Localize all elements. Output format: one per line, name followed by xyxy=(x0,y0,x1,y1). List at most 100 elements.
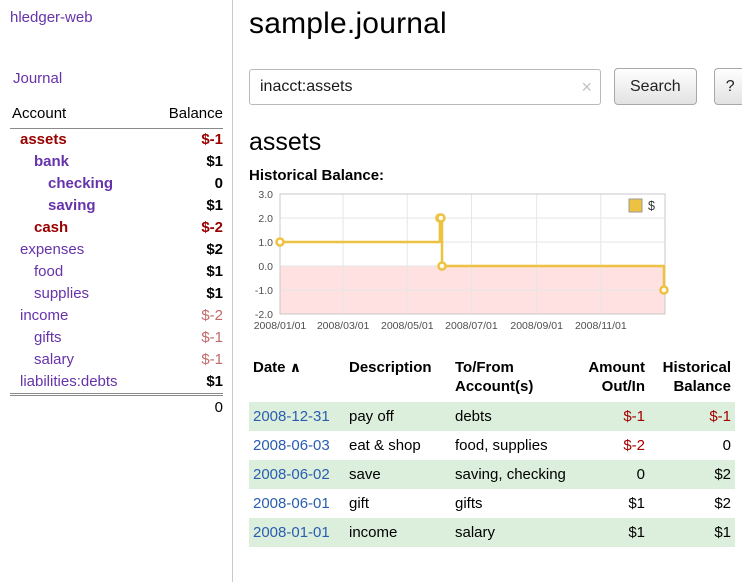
account-balance: $1 xyxy=(150,195,223,217)
svg-text:2008/07/01: 2008/07/01 xyxy=(445,320,498,332)
app-title-link[interactable]: hledger-web xyxy=(10,9,93,26)
account-link[interactable]: supplies xyxy=(34,285,89,302)
sidebar-nav: Journal xyxy=(13,70,223,87)
sort-ascending-icon: ∧ xyxy=(290,359,301,375)
svg-text:2008/09/01: 2008/09/01 xyxy=(510,320,563,332)
accounts-total: 0 xyxy=(150,395,223,420)
svg-text:2008/03/01: 2008/03/01 xyxy=(317,320,370,332)
transaction-description: save xyxy=(345,460,451,489)
account-row: bank $1 xyxy=(10,151,223,173)
svg-text:2008/01/01: 2008/01/01 xyxy=(254,320,307,332)
account-link[interactable]: bank xyxy=(34,153,69,170)
data-point-marker xyxy=(277,239,284,246)
account-balance: $-1 xyxy=(150,327,223,349)
amount-header: Amount Out/In xyxy=(572,356,649,402)
account-link[interactable]: liabilities:debts xyxy=(20,373,118,390)
page-title: sample.journal xyxy=(249,7,742,41)
transactions-header-row: Date ∧ Description To/From Account(s) Am… xyxy=(249,356,735,402)
account-row: checking0 xyxy=(10,173,223,195)
transaction-amount: $-1 xyxy=(572,402,649,431)
account-row: assets $-1 xyxy=(10,129,223,152)
accounts-header-row: Account Balance xyxy=(10,103,223,129)
data-point-marker xyxy=(437,215,444,222)
svg-text:2.0: 2.0 xyxy=(258,213,273,225)
transaction-date-link[interactable]: 2008-06-02 xyxy=(253,466,330,483)
account-balance: $-2 xyxy=(150,305,223,327)
transaction-date-link[interactable]: 2008-06-01 xyxy=(253,495,330,512)
chart-title: Historical Balance: xyxy=(249,167,742,184)
historical-balance-chart: 3.02.01.00.0-1.0-2.02008/01/012008/03/01… xyxy=(249,186,673,336)
transaction-date-link[interactable]: 2008-12-31 xyxy=(253,408,330,425)
transaction-balance: $-1 xyxy=(649,402,735,431)
search-bar: × Search ? xyxy=(249,68,742,105)
search-button[interactable]: Search xyxy=(614,68,697,105)
account-balance: $-1 xyxy=(150,349,223,371)
help-button[interactable]: ? xyxy=(714,68,742,105)
transaction-description: gift xyxy=(345,489,451,518)
svg-text:-1.0: -1.0 xyxy=(255,285,273,297)
transaction-balance: 0 xyxy=(649,431,735,460)
legend-label: $ xyxy=(648,199,655,213)
account-balance: $-1 xyxy=(150,129,223,152)
accounts-total-row: 0 xyxy=(10,395,223,420)
account-link[interactable]: assets xyxy=(20,131,67,148)
account-link[interactable]: cash xyxy=(34,219,68,236)
transaction-accounts: salary xyxy=(451,518,572,547)
transaction-row: 2008-06-03 eat & shopfood, supplies$-20 xyxy=(249,431,735,460)
clear-search-icon[interactable]: × xyxy=(581,78,592,96)
account-balance: $1 xyxy=(150,283,223,305)
account-balance: $2 xyxy=(150,239,223,261)
account-row: cash $-2 xyxy=(10,217,223,239)
transaction-amount: $-2 xyxy=(572,431,649,460)
transaction-amount: $1 xyxy=(572,518,649,547)
svg-text:2008/11/01: 2008/11/01 xyxy=(575,320,627,332)
account-heading: assets xyxy=(249,128,742,157)
account-row: income $-2 xyxy=(10,305,223,327)
transaction-date-link[interactable]: 2008-01-01 xyxy=(253,524,330,541)
accounts-col-account: Account xyxy=(10,103,150,129)
account-row: liabilities:debts $1 xyxy=(10,371,223,395)
account-link[interactable]: gifts xyxy=(34,329,62,346)
transaction-balance: $1 xyxy=(649,518,735,547)
transaction-amount: 0 xyxy=(572,460,649,489)
account-link[interactable]: food xyxy=(34,263,63,280)
transaction-description: pay off xyxy=(345,402,451,431)
account-link[interactable]: saving xyxy=(48,197,96,214)
transaction-accounts: gifts xyxy=(451,489,572,518)
transaction-row: 2008-12-31pay offdebts$-1$-1 xyxy=(249,402,735,431)
sidebar-item-journal[interactable]: Journal xyxy=(13,70,62,87)
svg-text:3.0: 3.0 xyxy=(258,189,273,201)
svg-text:0.0: 0.0 xyxy=(258,261,273,273)
transaction-row: 2008-06-01 giftgifts$1$2 xyxy=(249,489,735,518)
account-row: food $1 xyxy=(10,261,223,283)
date-sort-header[interactable]: Date ∧ xyxy=(249,356,345,402)
search-input[interactable] xyxy=(249,69,601,105)
account-row: expenses $2 xyxy=(10,239,223,261)
account-row: salary $-1 xyxy=(10,349,223,371)
account-balance: $1 xyxy=(150,261,223,283)
account-link[interactable]: expenses xyxy=(20,241,84,258)
transaction-description: eat & shop xyxy=(345,431,451,460)
account-balance: $1 xyxy=(150,151,223,173)
data-point-marker xyxy=(438,263,445,270)
description-header: Description xyxy=(345,356,451,402)
transaction-date-link[interactable]: 2008-06-03 xyxy=(253,437,330,454)
svg-text:1.0: 1.0 xyxy=(258,237,273,249)
accounts-col-balance: Balance xyxy=(150,103,223,129)
transaction-amount: $1 xyxy=(572,489,649,518)
transaction-balance: $2 xyxy=(649,489,735,518)
legend-swatch xyxy=(629,199,642,212)
account-balance: $-2 xyxy=(150,217,223,239)
account-link[interactable]: salary xyxy=(34,351,74,368)
app-root: hledger-web Journal Account Balance asse… xyxy=(0,0,742,582)
account-link[interactable]: checking xyxy=(48,175,113,192)
transaction-accounts: food, supplies xyxy=(451,431,572,460)
account-link[interactable]: income xyxy=(20,307,68,324)
app-title: hledger-web xyxy=(10,9,223,26)
transaction-row: 2008-06-02savesaving, checking0$2 xyxy=(249,460,735,489)
sidebar: hledger-web Journal Account Balance asse… xyxy=(0,0,233,582)
account-balance: $1 xyxy=(150,371,223,395)
main-content: sample.journal × Search ? assets Histori… xyxy=(233,0,742,582)
transaction-accounts: debts xyxy=(451,402,572,431)
transactions-table: Date ∧ Description To/From Account(s) Am… xyxy=(249,356,735,547)
